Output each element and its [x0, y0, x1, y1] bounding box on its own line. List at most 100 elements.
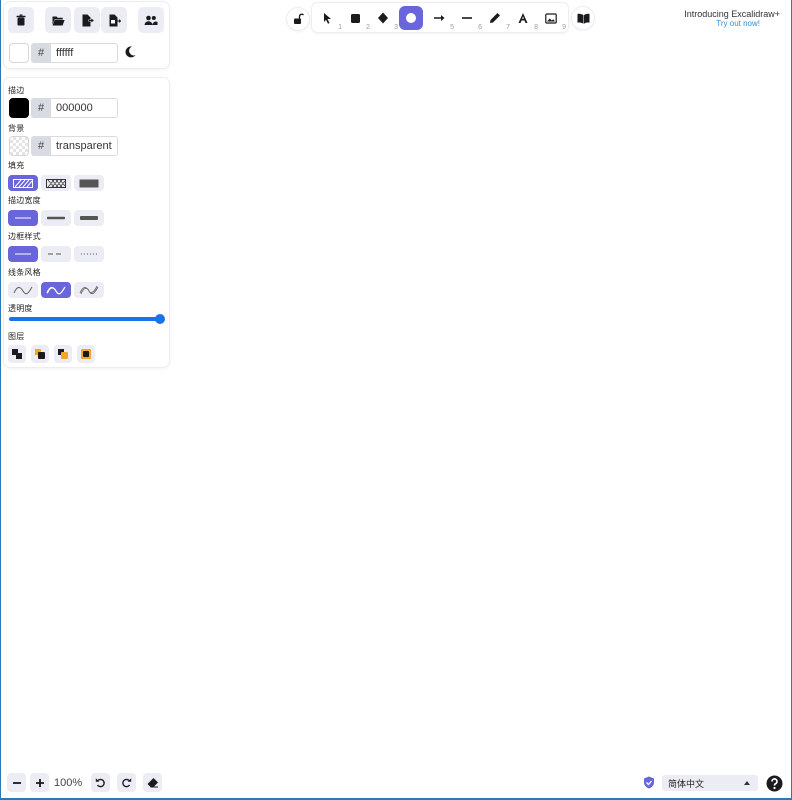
eraser-button[interactable] [143, 773, 162, 792]
dotted-line-icon [81, 253, 97, 255]
plus-icon [35, 778, 44, 787]
tool-line-key: 6 [478, 24, 482, 31]
theme-toggle-button[interactable] [123, 45, 139, 61]
image-icon [545, 12, 557, 24]
layers-label: 图层 [8, 332, 25, 341]
zoom-in-button[interactable] [30, 773, 49, 792]
lock-button[interactable] [287, 8, 309, 30]
file-export-icon [82, 14, 94, 26]
promo-title: Introducing Excalidraw+ [684, 9, 780, 19]
folder-open-icon [52, 16, 65, 25]
cursor-icon [323, 13, 331, 24]
encryption-indicator[interactable] [643, 776, 657, 790]
bring-forward-icon [58, 349, 68, 359]
tool-selection-key: 1 [338, 24, 342, 31]
tool-diamond-key: 3 [394, 24, 398, 31]
redo-button[interactable] [117, 773, 136, 792]
tool-text[interactable]: 8 [511, 6, 538, 31]
fill-solid-button[interactable] [74, 175, 104, 191]
line-icon [462, 17, 472, 19]
canvas-background-input[interactable]: ffffff [51, 43, 118, 63]
zoom-out-button[interactable] [7, 773, 26, 792]
zoom-level[interactable]: 100% [54, 777, 82, 789]
canvas-background-hash: # [31, 43, 51, 63]
stroke-style-dotted-button[interactable] [74, 246, 104, 262]
background-color-swatch[interactable] [9, 136, 29, 156]
tool-line[interactable]: 6 [455, 6, 482, 31]
sloppiness-architect-button[interactable] [8, 282, 38, 298]
opacity-slider[interactable] [9, 314, 165, 324]
bring-to-front-button[interactable] [77, 345, 95, 363]
arrow-icon [434, 15, 445, 21]
tool-draw[interactable]: 7 [483, 6, 510, 31]
export-image-button[interactable] [101, 7, 127, 33]
opacity-label: 透明度 [8, 304, 33, 313]
diamond-icon [378, 12, 388, 24]
send-to-back-button[interactable] [8, 345, 26, 363]
stroke-style-solid-button[interactable] [8, 246, 38, 262]
send-backward-icon [35, 349, 45, 359]
stroke-style-label: 边框样式 [8, 232, 41, 241]
dashed-line-icon [48, 253, 64, 255]
stroke-style-dashed-button[interactable] [41, 246, 71, 262]
bring-to-front-icon [81, 349, 91, 359]
sloppiness-artist-button[interactable] [41, 282, 71, 298]
shield-check-icon [644, 776, 654, 789]
save-as-button[interactable] [74, 7, 100, 33]
tool-rectangle[interactable]: 2 [343, 6, 370, 31]
help-button[interactable] [766, 775, 783, 792]
tool-arrow-key: 5 [450, 24, 454, 31]
tool-ellipse-key: 4 [422, 24, 426, 31]
background-label: 背景 [8, 124, 25, 133]
language-select[interactable]: 简体中文 [662, 775, 758, 791]
send-to-back-icon [12, 349, 22, 359]
solid-fill-icon [79, 179, 99, 187]
stroke-width-thin-button[interactable] [8, 210, 38, 226]
send-backward-button[interactable] [31, 345, 49, 363]
square-icon [350, 13, 360, 23]
stroke-color-hash: # [31, 98, 51, 118]
language-select-value: 简体中文 [668, 778, 705, 789]
background-color-input[interactable]: transparent [51, 136, 118, 156]
file-image-export-icon [109, 14, 121, 26]
open-button[interactable] [45, 7, 71, 33]
tool-rectangle-key: 2 [366, 24, 370, 31]
trash-icon [16, 14, 26, 26]
tool-draw-key: 7 [506, 24, 510, 31]
cross-hatch-icon [46, 178, 66, 188]
extra-bold-line-icon [80, 216, 98, 220]
tool-selection[interactable]: 1 [315, 6, 342, 31]
undo-button[interactable] [91, 773, 110, 792]
architect-stroke-icon [13, 286, 33, 295]
stroke-color-swatch[interactable] [9, 98, 29, 118]
promo-link[interactable]: Try out now! [716, 19, 760, 28]
fill-hachure-button[interactable] [8, 175, 38, 191]
help-circle-icon [766, 775, 783, 792]
canvas-background-swatch[interactable] [9, 43, 29, 63]
minus-icon [12, 781, 21, 784]
bold-line-icon [47, 216, 65, 220]
tool-diamond[interactable]: 3 [371, 6, 398, 31]
fill-label: 填充 [8, 161, 25, 170]
library-button[interactable] [572, 7, 594, 29]
users-icon [144, 15, 158, 25]
moon-icon [125, 46, 136, 58]
sloppiness-cartoonist-button[interactable] [74, 282, 104, 298]
sloppiness-label: 线条风格 [8, 268, 41, 277]
opacity-slider-thumb[interactable] [155, 314, 165, 324]
redo-icon [122, 778, 132, 788]
tool-image-key: 9 [562, 24, 566, 31]
eraser-icon [147, 778, 158, 788]
bring-forward-button[interactable] [54, 345, 72, 363]
collaborate-button[interactable] [138, 7, 164, 33]
clear-canvas-button[interactable] [8, 7, 34, 33]
stroke-color-input[interactable]: 000000 [51, 98, 118, 118]
tool-ellipse[interactable]: 4 [399, 6, 426, 31]
stroke-width-extra-bold-button[interactable] [74, 210, 104, 226]
stroke-width-label: 描边宽度 [8, 196, 41, 205]
tool-image[interactable]: 9 [539, 6, 566, 31]
tool-arrow[interactable]: 5 [427, 6, 454, 31]
stroke-width-bold-button[interactable] [41, 210, 71, 226]
fill-cross-hatch-button[interactable] [41, 175, 71, 191]
thin-line-icon [15, 217, 31, 219]
